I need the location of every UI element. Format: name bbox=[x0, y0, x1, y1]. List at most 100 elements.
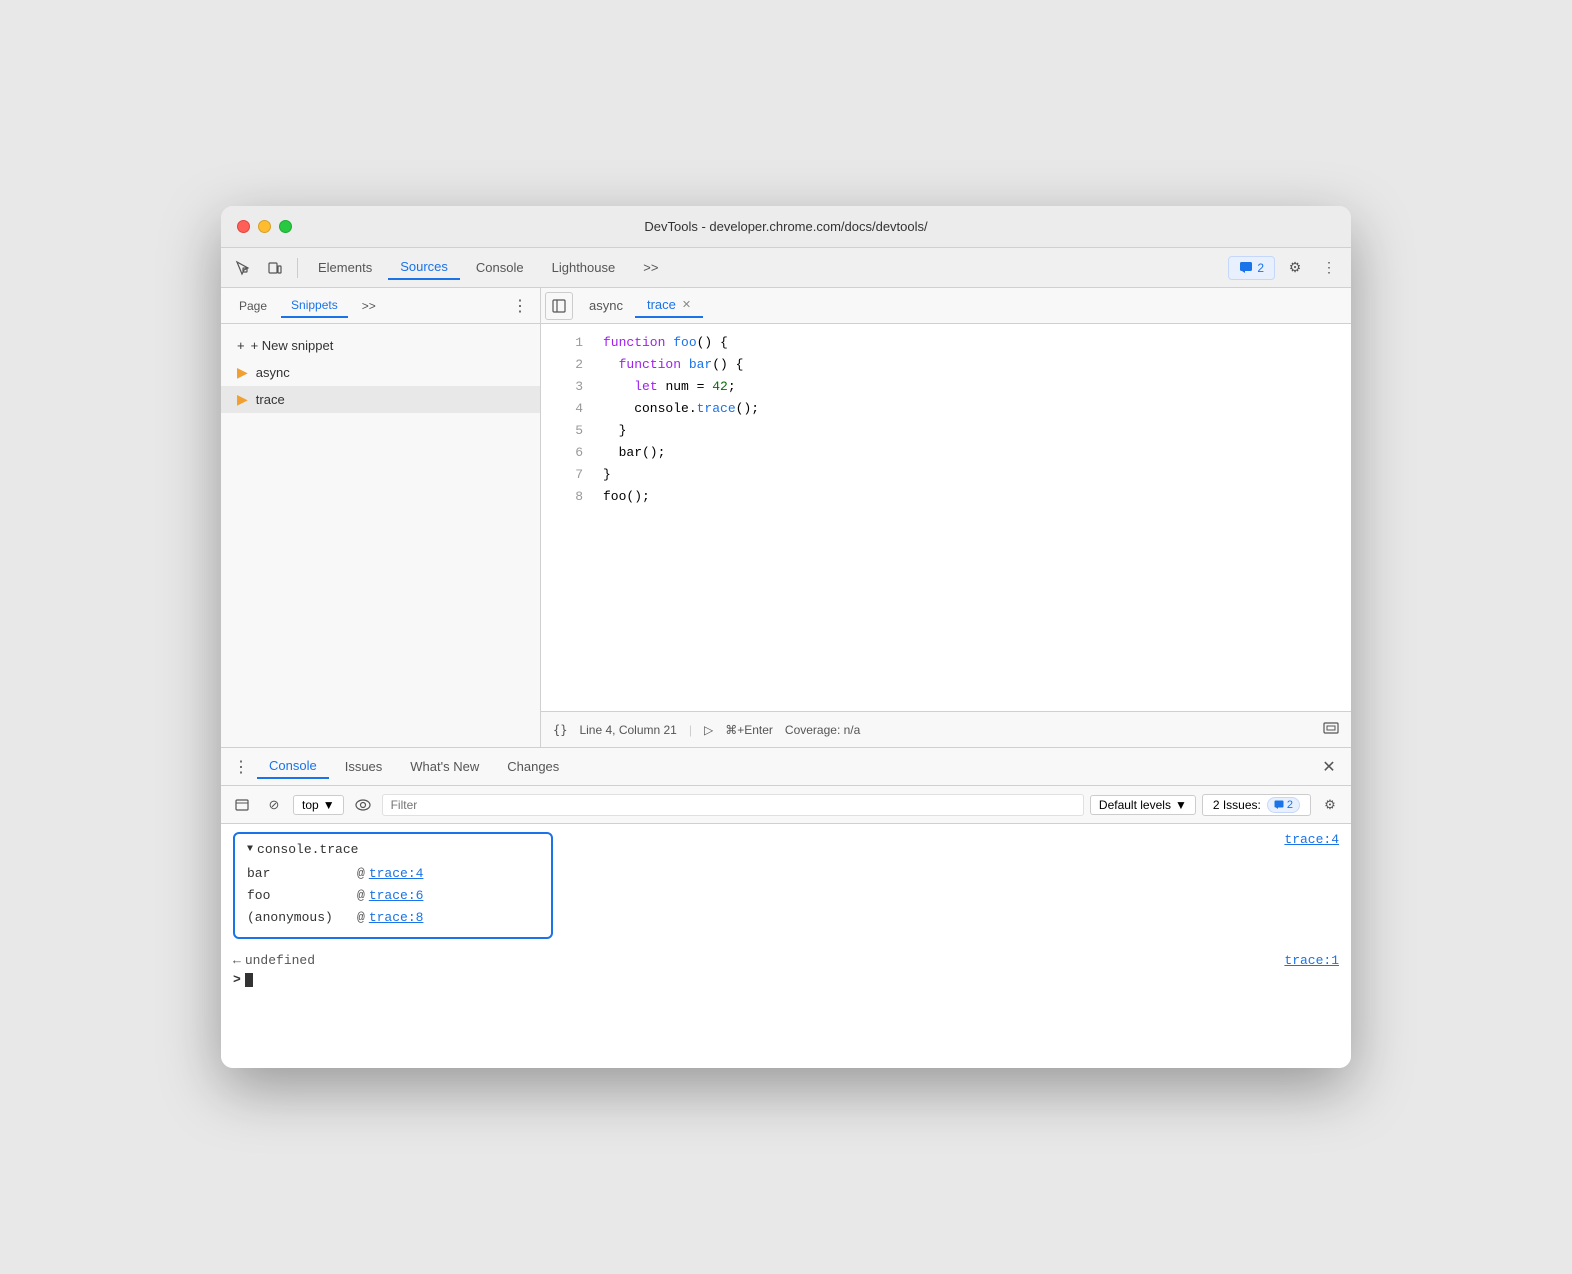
sidebar-tab-page[interactable]: Page bbox=[229, 295, 277, 317]
close-tab-btn[interactable]: ✕ bbox=[682, 298, 691, 311]
tab-console[interactable]: Console bbox=[464, 256, 536, 279]
issues-badge[interactable]: 2 Issues: 2 bbox=[1202, 794, 1311, 816]
issues-badge-label: 2 Issues: bbox=[1213, 798, 1261, 812]
filter-icon-btn[interactable]: ⊘ bbox=[261, 792, 287, 818]
sidebar-toggle-btn[interactable] bbox=[545, 292, 573, 320]
eye-icon bbox=[355, 799, 371, 811]
editor-tabs: async trace ✕ bbox=[541, 288, 1351, 324]
sources-panel: Page Snippets >> ⋮ + + New snippet ▶ asy… bbox=[221, 288, 1351, 748]
sidebar-tab-snippets[interactable]: Snippets bbox=[281, 294, 348, 318]
code-line-4: 4 console.trace(); bbox=[541, 398, 1351, 420]
code-line-1: 1 function foo() { bbox=[541, 332, 1351, 354]
issues-badge-count: 2 bbox=[1287, 799, 1293, 811]
tab-more[interactable]: >> bbox=[631, 256, 670, 279]
issues-count: 2 bbox=[1257, 261, 1264, 275]
sidebar-toggle-icon bbox=[552, 299, 566, 313]
snippet-item-async[interactable]: ▶ async bbox=[221, 359, 540, 386]
close-console-btn[interactable]: ✕ bbox=[1315, 753, 1343, 781]
levels-selector[interactable]: Default levels ▼ bbox=[1090, 795, 1196, 815]
message-icon bbox=[1239, 261, 1253, 275]
format-icon[interactable]: {} bbox=[553, 723, 567, 737]
line-code-1: function foo() { bbox=[603, 332, 1339, 354]
maximize-button[interactable] bbox=[279, 220, 292, 233]
snippet-label-async: async bbox=[256, 365, 290, 380]
minimize-button[interactable] bbox=[258, 220, 271, 233]
trace-fn-bar: bar bbox=[247, 863, 357, 885]
snippet-icon-async: ▶ bbox=[237, 364, 248, 381]
clear-console-btn[interactable] bbox=[229, 792, 255, 818]
device-toggle-btn[interactable] bbox=[261, 254, 289, 282]
console-trace-group: ▼ console.trace bar @ trace:4 foo @ trac… bbox=[233, 832, 553, 939]
editor-tab-async[interactable]: async bbox=[577, 294, 635, 317]
new-snippet-btn[interactable]: + + New snippet bbox=[221, 332, 540, 359]
close-button[interactable] bbox=[237, 220, 250, 233]
undefined-location[interactable]: trace:1 bbox=[1284, 953, 1339, 968]
trace-link-foo[interactable]: trace:6 bbox=[369, 885, 424, 907]
editor-tab-trace-label: trace bbox=[647, 297, 676, 312]
console-tab-console[interactable]: Console bbox=[257, 754, 329, 779]
code-line-2: 2 function bar() { bbox=[541, 354, 1351, 376]
trace-link-bar[interactable]: trace:4 bbox=[369, 863, 424, 885]
tab-sources[interactable]: Sources bbox=[388, 255, 460, 280]
toolbar-right: 2 ⚙ ⋮ bbox=[1228, 254, 1343, 282]
line-num-6: 6 bbox=[553, 442, 583, 464]
new-snippet-label: + New snippet bbox=[251, 338, 334, 353]
trace-row-anonymous: (anonymous) @ trace:8 bbox=[247, 907, 539, 929]
trace-location[interactable]: trace:4 bbox=[1284, 832, 1339, 847]
tab-lighthouse[interactable]: Lighthouse bbox=[540, 256, 628, 279]
more-btn[interactable]: ⋮ bbox=[1315, 254, 1343, 282]
inspect-element-btn[interactable] bbox=[229, 254, 257, 282]
line-num-8: 8 bbox=[553, 486, 583, 508]
issues-count-badge: 2 bbox=[1267, 797, 1300, 813]
trace-at-anonymous: @ bbox=[357, 907, 365, 929]
console-panel: ⋮ Console Issues What's New Changes ✕ ⊘ … bbox=[221, 748, 1351, 1068]
trace-fn-anonymous: (anonymous) bbox=[247, 907, 357, 929]
sidebar: Page Snippets >> ⋮ + + New snippet ▶ asy… bbox=[221, 288, 541, 747]
snippet-item-trace[interactable]: ▶ trace bbox=[221, 386, 540, 413]
line-code-2: function bar() { bbox=[603, 354, 1339, 376]
console-tab-whats-new[interactable]: What's New bbox=[398, 755, 491, 778]
issues-badge-btn[interactable]: 2 bbox=[1228, 256, 1275, 280]
line-num-5: 5 bbox=[553, 420, 583, 442]
traffic-lights bbox=[237, 220, 292, 233]
editor-tab-trace[interactable]: trace ✕ bbox=[635, 293, 703, 318]
cursor-icon bbox=[235, 260, 251, 276]
line-code-6: bar(); bbox=[603, 442, 1339, 464]
line-code-3: let num = 42; bbox=[603, 376, 1339, 398]
line-num-4: 4 bbox=[553, 398, 583, 420]
code-line-8: 8 foo(); bbox=[541, 486, 1351, 508]
line-num-3: 3 bbox=[553, 376, 583, 398]
line-code-8: foo(); bbox=[603, 486, 1339, 508]
trace-link-anonymous[interactable]: trace:8 bbox=[369, 907, 424, 929]
sidebar-content: + + New snippet ▶ async ▶ trace bbox=[221, 324, 540, 747]
tab-elements[interactable]: Elements bbox=[306, 256, 384, 279]
devtools-window: DevTools - developer.chrome.com/docs/dev… bbox=[221, 206, 1351, 1068]
code-area[interactable]: 1 function foo() { 2 function bar() { 3 … bbox=[541, 324, 1351, 711]
trace-header: ▼ console.trace bbox=[247, 842, 539, 857]
console-filter-input[interactable] bbox=[382, 794, 1084, 816]
console-tabs: ⋮ Console Issues What's New Changes ✕ bbox=[221, 748, 1351, 786]
trace-expand-arrow[interactable]: ▼ bbox=[247, 844, 253, 855]
code-line-3: 3 let num = 42; bbox=[541, 376, 1351, 398]
screenshot-icon[interactable] bbox=[1323, 720, 1339, 739]
code-line-7: 7 } bbox=[541, 464, 1351, 486]
coverage-text: Coverage: n/a bbox=[785, 723, 860, 737]
code-line-5: 5 } bbox=[541, 420, 1351, 442]
code-line-6: 6 bar(); bbox=[541, 442, 1351, 464]
position-text: Line 4, Column 21 bbox=[579, 723, 676, 737]
trace-header-label: console.trace bbox=[257, 842, 358, 857]
sidebar-more-btn[interactable]: ⋮ bbox=[508, 294, 532, 318]
console-tab-issues[interactable]: Issues bbox=[333, 755, 395, 778]
editor-tab-async-label: async bbox=[589, 298, 623, 313]
sidebar-tab-more[interactable]: >> bbox=[352, 295, 386, 317]
console-tab-changes[interactable]: Changes bbox=[495, 755, 571, 778]
trace-at-foo: @ bbox=[357, 885, 365, 907]
trace-row-bar: bar @ trace:4 bbox=[247, 863, 539, 885]
run-icon[interactable]: ▷ bbox=[704, 723, 713, 737]
context-selector[interactable]: top ▼ bbox=[293, 795, 344, 815]
settings-btn[interactable]: ⚙ bbox=[1281, 254, 1309, 282]
eye-icon-btn[interactable] bbox=[350, 792, 376, 818]
console-panel-more-btn[interactable]: ⋮ bbox=[229, 755, 253, 779]
console-settings-btn[interactable]: ⚙ bbox=[1317, 792, 1343, 818]
undefined-text: undefined bbox=[245, 953, 315, 968]
